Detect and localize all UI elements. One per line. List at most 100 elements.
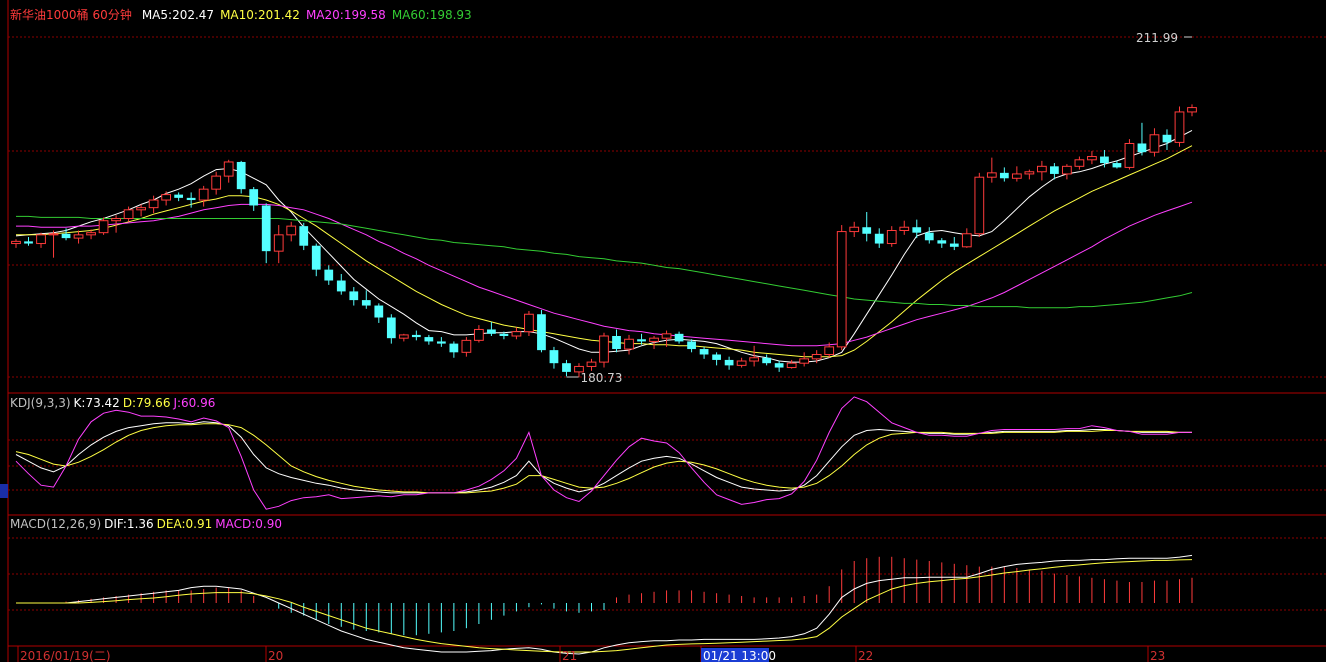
macd-dea: DEA:0.91 <box>156 517 213 531</box>
candle-body <box>461 339 472 353</box>
symbol-label: 新华油1000桶 <box>10 8 89 22</box>
chart-canvas[interactable]: 211.99 180.73 2016/01/19(二) 20 21 01/21 13:00… <box>0 0 1326 662</box>
candle-body <box>912 227 922 233</box>
candle-body <box>899 226 910 231</box>
candle-body <box>499 333 509 336</box>
macd-legend: MACD(12,26,9) DIF:1.36 DEA:0.91 MACD:0.90 <box>10 517 288 531</box>
candle-body <box>236 161 246 190</box>
candle-body <box>424 337 434 342</box>
main-legend: 新华油1000桶 60分钟 MA5:202.47 MA10:201.42 MA20:19… <box>10 6 478 23</box>
ma60-label: MA60:198.93 <box>391 8 472 22</box>
candle-body <box>324 269 334 281</box>
candle-body <box>398 334 409 339</box>
low-annotation: 180.73 <box>580 371 622 385</box>
candle-body <box>1162 134 1172 143</box>
candle-body <box>1100 156 1109 164</box>
candle-body <box>261 205 271 252</box>
candle-body <box>824 346 835 355</box>
ma-line-ma5 <box>15 129 1193 363</box>
candle-body <box>449 343 459 353</box>
x-axis-label: 21 <box>562 649 577 662</box>
candle-body <box>1149 134 1160 153</box>
candle-body <box>586 361 597 367</box>
x-axis-label: 23 <box>1150 649 1165 662</box>
candle-body <box>48 233 59 236</box>
candle-body <box>148 199 159 209</box>
candle-body <box>299 226 309 246</box>
candle-body <box>136 207 146 211</box>
panel-selector[interactable] <box>0 484 8 498</box>
candle-body <box>474 328 484 341</box>
candle-body <box>1137 143 1147 153</box>
candle-body <box>336 280 346 292</box>
candle-body <box>86 232 96 236</box>
candle-body <box>1011 173 1022 179</box>
candle-body <box>649 337 659 342</box>
macd-name: MACD(12,26,9) <box>10 517 102 531</box>
candle-body <box>1174 111 1185 143</box>
candle-body <box>874 233 884 244</box>
period-label: 60分钟 <box>92 8 132 22</box>
candle-body <box>98 220 109 234</box>
ma5-label: MA5:202.47 <box>141 8 215 22</box>
candle-body <box>111 218 121 222</box>
candle-body <box>687 341 696 350</box>
candle-body <box>599 335 609 363</box>
candle-body <box>1062 165 1072 175</box>
candle-body <box>361 300 371 306</box>
x-axis-label: 01/21 13:00 <box>703 649 776 662</box>
candle-body <box>836 231 847 348</box>
candle-body <box>487 329 496 334</box>
kdj-d: D:79.66 <box>122 396 171 410</box>
candle-body <box>211 175 222 190</box>
candle-body <box>374 305 384 318</box>
x-axis-label: 2016/01/19(二) <box>20 649 111 662</box>
kdj-name: KDJ(9,3,3) <box>10 396 71 410</box>
candle-body <box>1036 165 1047 173</box>
candle-body <box>762 357 772 364</box>
candle-body <box>286 225 297 236</box>
candle-body <box>937 240 947 244</box>
candle-body <box>612 335 621 350</box>
candle-body <box>223 161 234 177</box>
candle-body <box>436 341 446 344</box>
candle-body <box>974 176 985 235</box>
candle-body <box>674 333 684 342</box>
kdj-line-j <box>15 396 1192 510</box>
candle-body <box>774 363 784 368</box>
ma20-label: MA20:199.58 <box>305 8 386 22</box>
candle-body <box>1050 166 1059 174</box>
candle-body <box>999 172 1009 179</box>
macd-value: MACD:0.90 <box>215 517 282 531</box>
candle-body <box>73 234 84 239</box>
kdj-j: J:60.96 <box>173 396 216 410</box>
macd-dif: DIF:1.36 <box>104 517 154 531</box>
candle-body <box>1112 163 1122 168</box>
candle-body <box>1124 142 1135 168</box>
candle-body <box>349 291 359 301</box>
candle-body <box>537 314 546 351</box>
candle-body <box>949 243 959 247</box>
candle-body <box>712 354 721 360</box>
candle-body <box>562 363 571 372</box>
candle-body <box>1074 159 1085 167</box>
candle-body <box>661 333 672 339</box>
candle-body <box>1024 171 1035 175</box>
candle-body <box>736 360 747 366</box>
candle-body <box>849 226 860 233</box>
candle-body <box>11 240 21 245</box>
candle-body <box>411 334 421 338</box>
candle-body <box>924 232 934 241</box>
x-axis-label: 20 <box>268 649 283 662</box>
candle-body <box>986 172 997 178</box>
candle-body <box>549 350 559 364</box>
candle-body <box>786 362 797 369</box>
candle-body <box>249 189 259 206</box>
high-annotation: 211.99 <box>1136 31 1178 45</box>
candle-body <box>749 357 760 362</box>
candle-body <box>1187 107 1197 113</box>
candle-body <box>511 331 522 337</box>
candle-body <box>811 353 822 360</box>
candle-body <box>186 197 196 201</box>
candle-body <box>524 313 534 333</box>
